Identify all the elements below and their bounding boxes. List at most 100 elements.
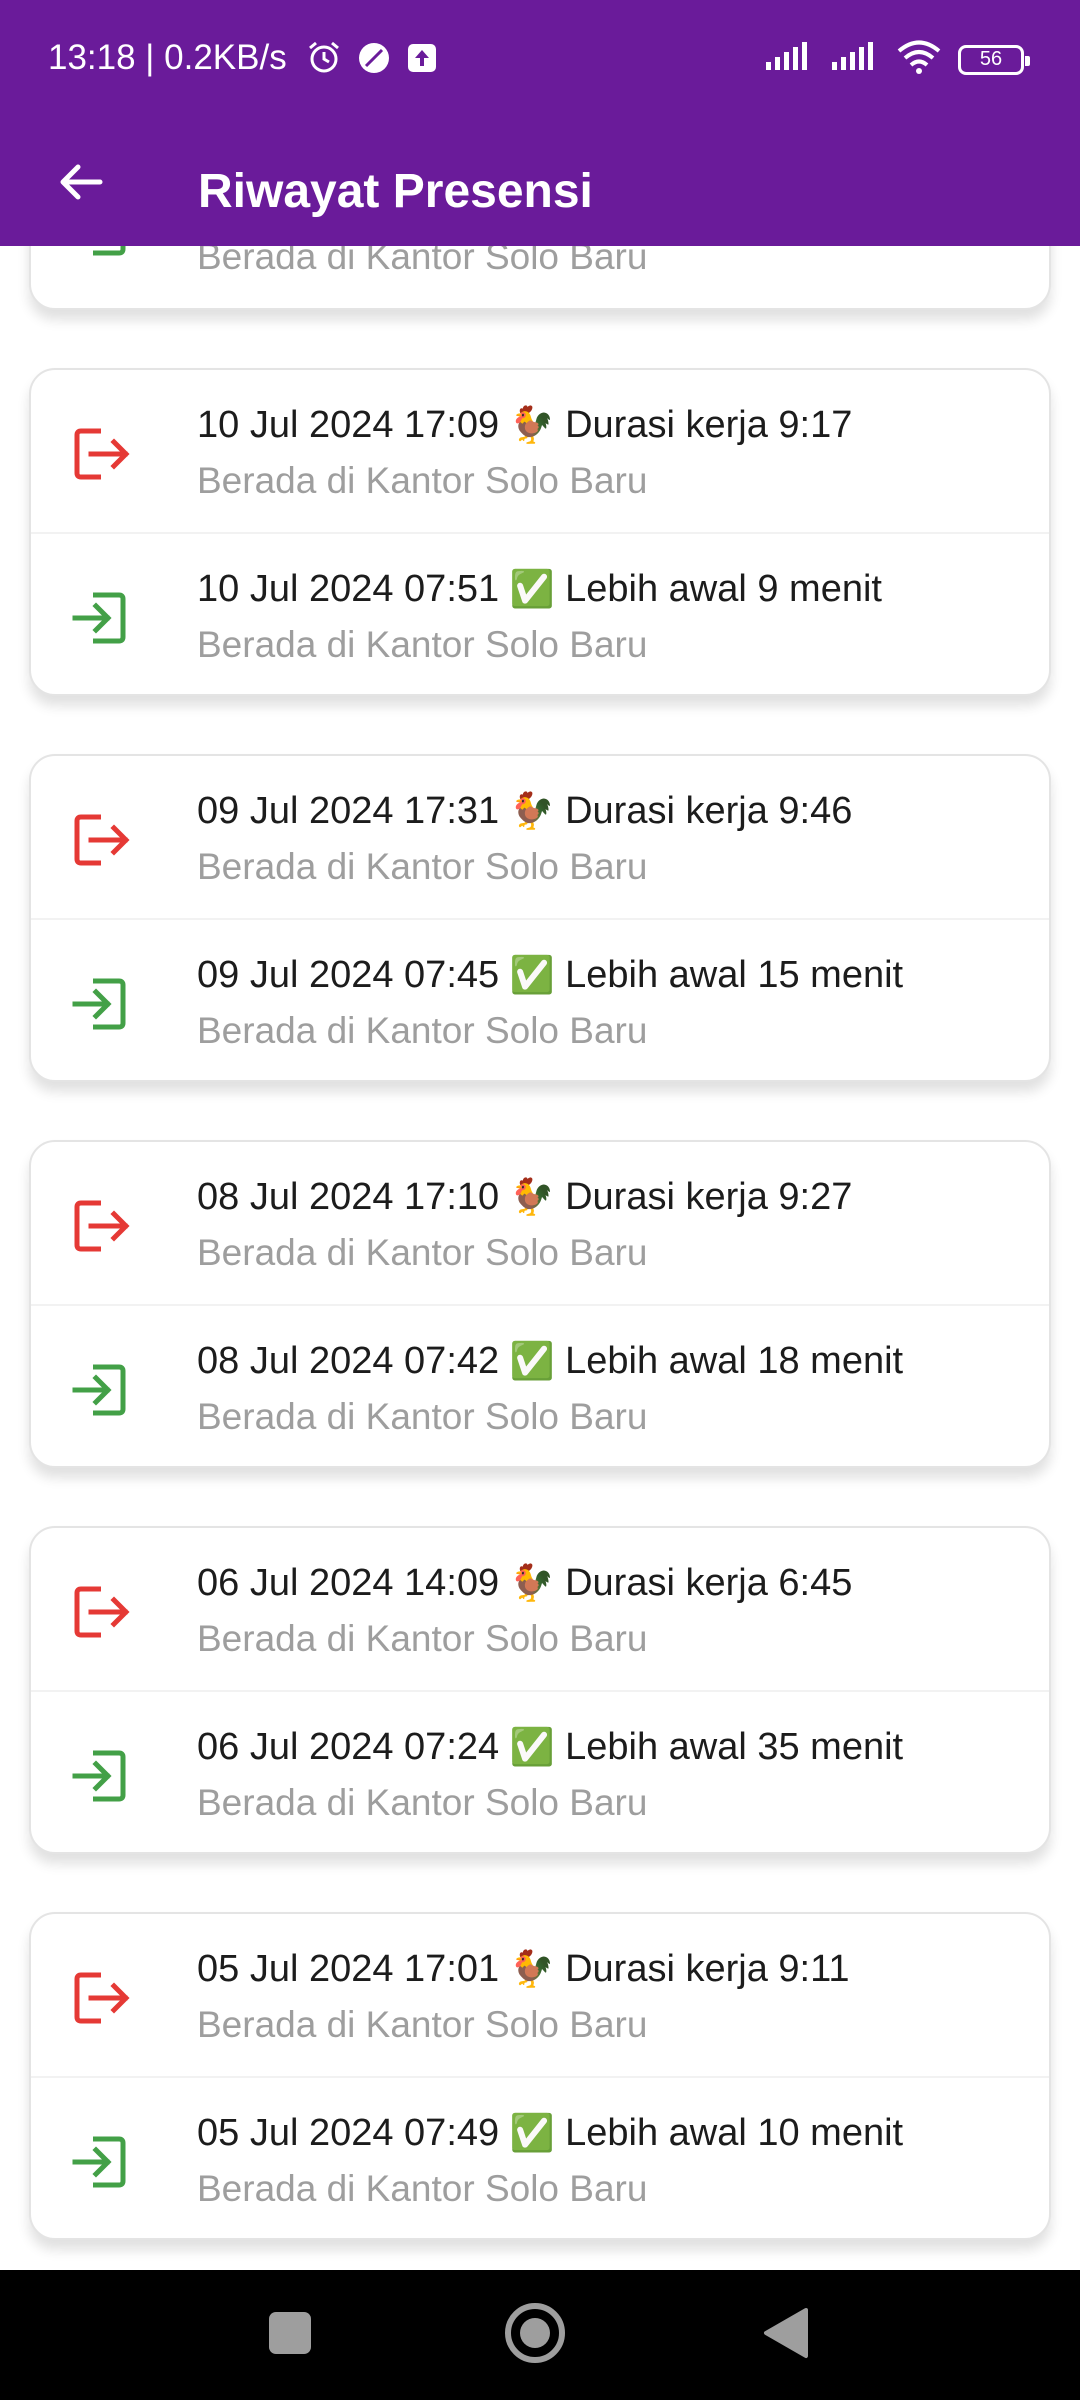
checkin-row[interactable]: 05 Jul 2024 07:49 ✅ Lebih awal 10 menit … bbox=[31, 2076, 1049, 2238]
back-triangle-icon bbox=[760, 2306, 810, 2365]
attendance-location: Berada di Kantor Solo Baru bbox=[197, 460, 648, 501]
logout-icon bbox=[69, 1967, 131, 2029]
attendance-datetime: 05 Jul 2024 17:01 bbox=[197, 1948, 500, 1990]
attendance-location: Berada di Kantor Solo Baru bbox=[197, 1782, 648, 1823]
list-content: 11 Jul 2024 07:48 ✅ Lebih awal 11 menit … bbox=[0, 246, 1080, 2270]
login-icon bbox=[69, 246, 131, 261]
login-icon bbox=[69, 2131, 131, 2193]
attendance-title: 10 Jul 2024 17:09 🐓 Durasi kerja 9:17 bbox=[197, 404, 852, 447]
attendance-location: Berada di Kantor Solo Baru bbox=[197, 1232, 648, 1273]
rooster-icon: 🐓 bbox=[509, 1562, 555, 1603]
attendance-datetime: 09 Jul 2024 07:45 bbox=[197, 954, 500, 996]
checkin-row[interactable]: 06 Jul 2024 07:24 ✅ Lebih awal 35 menit … bbox=[31, 1690, 1049, 1852]
status-time: 13:18 | 0.2KB/s bbox=[48, 38, 287, 77]
attendance-location: Berada di Kantor Solo Baru bbox=[197, 1396, 648, 1437]
battery-icon: 56 bbox=[958, 44, 1030, 75]
attendance-location: Berada di Kantor Solo Baru bbox=[197, 1618, 648, 1659]
battery-level: 56 bbox=[979, 48, 1003, 70]
checkin-row[interactable]: 09 Jul 2024 07:45 ✅ Lebih awal 15 menit … bbox=[31, 918, 1049, 1080]
attendance-location: Berada di Kantor Solo Baru bbox=[197, 1010, 648, 1051]
attendance-datetime: 05 Jul 2024 07:49 bbox=[197, 2112, 500, 2154]
attendance-location: Berada di Kantor Solo Baru bbox=[197, 846, 648, 887]
attendance-location: Berada di Kantor Solo Baru bbox=[197, 624, 648, 665]
signal-icon bbox=[830, 42, 880, 77]
system-nav-bar bbox=[0, 2270, 1080, 2400]
checkin-row[interactable]: 08 Jul 2024 07:42 ✅ Lebih awal 18 menit … bbox=[31, 1304, 1049, 1466]
logout-icon bbox=[69, 1195, 131, 1257]
rooster-icon: 🐓 bbox=[509, 1948, 555, 1989]
attendance-card: 06 Jul 2024 14:09 🐓 Durasi kerja 6:45 Be… bbox=[29, 1526, 1051, 1854]
recents-square-icon bbox=[267, 2310, 313, 2361]
attendance-note: Lebih awal 9 menit bbox=[565, 568, 882, 610]
attendance-card: 08 Jul 2024 17:10 🐓 Durasi kerja 9:27 Be… bbox=[29, 1140, 1051, 1468]
checkout-row[interactable]: 10 Jul 2024 17:09 🐓 Durasi kerja 9:17 Be… bbox=[31, 370, 1049, 532]
login-icon bbox=[69, 973, 131, 1035]
attendance-note: Durasi kerja 9:46 bbox=[565, 790, 853, 832]
page-title: Riwayat Presensi bbox=[198, 165, 593, 218]
login-icon bbox=[69, 1745, 131, 1807]
check-mark-icon: ✅ bbox=[509, 1726, 555, 1767]
attendance-datetime: 06 Jul 2024 14:09 bbox=[197, 1562, 500, 1604]
home-button[interactable] bbox=[500, 2300, 570, 2370]
checkout-row[interactable]: 08 Jul 2024 17:10 🐓 Durasi kerja 9:27 Be… bbox=[31, 1142, 1049, 1304]
attendance-title: 06 Jul 2024 14:09 🐓 Durasi kerja 6:45 bbox=[197, 1562, 852, 1605]
checkout-row[interactable]: 06 Jul 2024 14:09 🐓 Durasi kerja 6:45 Be… bbox=[31, 1528, 1049, 1690]
logout-icon bbox=[69, 809, 131, 871]
attendance-note: Durasi kerja 6:45 bbox=[565, 1562, 853, 1604]
recents-button[interactable] bbox=[255, 2300, 325, 2370]
checkin-row[interactable]: 11 Jul 2024 07:48 ✅ Lebih awal 11 menit … bbox=[31, 246, 1049, 308]
check-mark-icon: ✅ bbox=[509, 2112, 555, 2153]
status-bar: 13:18 | 0.2KB/s 56 bbox=[0, 0, 1080, 122]
attendance-card: 11 Jul 2024 07:48 ✅ Lebih awal 11 menit … bbox=[29, 246, 1051, 310]
signal-icon bbox=[764, 42, 814, 77]
attendance-note: Durasi kerja 9:27 bbox=[565, 1176, 853, 1218]
rooster-icon: 🐓 bbox=[509, 790, 555, 831]
attendance-datetime: 10 Jul 2024 17:09 bbox=[197, 404, 500, 446]
nav-back-button[interactable] bbox=[750, 2300, 820, 2370]
attendance-location: Berada di Kantor Solo Baru bbox=[197, 246, 648, 277]
attendance-location: Berada di Kantor Solo Baru bbox=[197, 2004, 648, 2045]
check-mark-icon: ✅ bbox=[509, 1340, 555, 1381]
status-right-icons: 56 bbox=[764, 40, 1030, 79]
wifi-icon bbox=[896, 40, 942, 79]
attendance-datetime: 10 Jul 2024 07:51 bbox=[197, 568, 500, 610]
attendance-title: 05 Jul 2024 17:01 🐓 Durasi kerja 9:11 bbox=[197, 1948, 850, 1991]
attendance-card: 10 Jul 2024 17:09 🐓 Durasi kerja 9:17 Be… bbox=[29, 368, 1051, 696]
status-left-icons bbox=[306, 40, 438, 81]
attendance-note: Lebih awal 18 menit bbox=[565, 1340, 904, 1382]
attendance-datetime: 09 Jul 2024 17:31 bbox=[197, 790, 500, 832]
checkin-row[interactable]: 10 Jul 2024 07:51 ✅ Lebih awal 9 menit B… bbox=[31, 532, 1049, 694]
attendance-title: 09 Jul 2024 17:31 🐓 Durasi kerja 9:46 bbox=[197, 790, 852, 833]
moon-icon bbox=[356, 40, 392, 81]
logout-icon bbox=[69, 423, 131, 485]
attendance-datetime: 08 Jul 2024 07:42 bbox=[197, 1340, 500, 1382]
attendance-card: 09 Jul 2024 17:31 🐓 Durasi kerja 9:46 Be… bbox=[29, 754, 1051, 1082]
attendance-datetime: 06 Jul 2024 07:24 bbox=[197, 1726, 500, 1768]
rooster-icon: 🐓 bbox=[509, 404, 555, 445]
upload-icon bbox=[406, 42, 438, 79]
back-button[interactable] bbox=[40, 144, 120, 224]
attendance-note: Lebih awal 10 menit bbox=[565, 2112, 904, 2154]
checkout-row[interactable]: 09 Jul 2024 17:31 🐓 Durasi kerja 9:46 Be… bbox=[31, 756, 1049, 918]
logout-icon bbox=[69, 1581, 131, 1643]
attendance-history-list[interactable]: 11 Jul 2024 07:48 ✅ Lebih awal 11 menit … bbox=[0, 246, 1080, 2270]
attendance-title: 05 Jul 2024 07:49 ✅ Lebih awal 10 menit bbox=[197, 2112, 903, 2155]
attendance-note: Durasi kerja 9:17 bbox=[565, 404, 853, 446]
app-bar: Riwayat Presensi bbox=[0, 122, 1080, 246]
attendance-location: Berada di Kantor Solo Baru bbox=[197, 2168, 648, 2209]
checkout-row[interactable]: 05 Jul 2024 17:01 🐓 Durasi kerja 9:11 Be… bbox=[31, 1914, 1049, 2076]
attendance-title: 06 Jul 2024 07:24 ✅ Lebih awal 35 menit bbox=[197, 1726, 903, 1769]
home-circle-icon bbox=[504, 2302, 566, 2369]
login-icon bbox=[69, 1359, 131, 1421]
alarm-icon bbox=[306, 40, 342, 81]
attendance-title: 08 Jul 2024 17:10 🐓 Durasi kerja 9:27 bbox=[197, 1176, 852, 1219]
arrow-back-icon bbox=[56, 158, 104, 211]
check-mark-icon: ✅ bbox=[509, 954, 555, 995]
attendance-title: 09 Jul 2024 07:45 ✅ Lebih awal 15 menit bbox=[197, 954, 903, 997]
rooster-icon: 🐓 bbox=[509, 1176, 555, 1217]
check-mark-icon: ✅ bbox=[509, 568, 555, 609]
attendance-note: Lebih awal 15 menit bbox=[565, 954, 904, 996]
attendance-note: Durasi kerja 9:11 bbox=[565, 1948, 850, 1990]
attendance-note: Lebih awal 35 menit bbox=[565, 1726, 904, 1768]
attendance-card: 05 Jul 2024 17:01 🐓 Durasi kerja 9:11 Be… bbox=[29, 1912, 1051, 2240]
